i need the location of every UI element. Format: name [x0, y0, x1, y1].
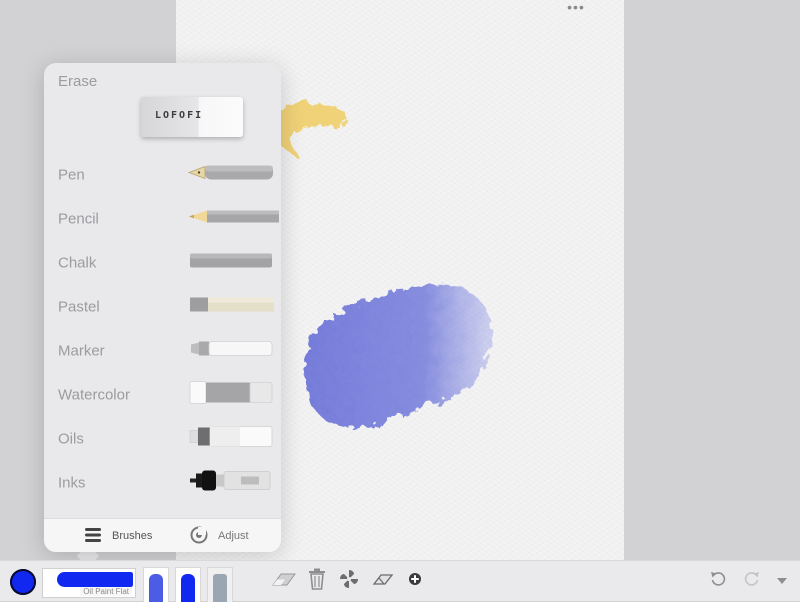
recent-watercolor-brush-icon [149, 574, 163, 602]
add-button[interactable] [403, 569, 427, 593]
brush-row-pencil[interactable]: Pencil [44, 197, 281, 241]
brush-panel: Erase LOFOFI Pen Pencil Chalk Pastel Mar… [44, 63, 281, 552]
brush-row-oils[interactable]: Oils [44, 417, 281, 461]
right-gutter [624, 0, 800, 560]
brush-label-inks: Inks [58, 474, 86, 492]
ellipsis-icon[interactable]: ••• [566, 0, 586, 14]
brush-label-pastel: Pastel [58, 298, 100, 316]
erase-label: Erase [58, 73, 98, 90]
current-brush-name: Oil Paint Flat [80, 587, 132, 596]
small-eraser-button[interactable] [371, 569, 395, 593]
fan-brush-icon [338, 568, 360, 595]
fountain-pen-icon [187, 163, 275, 188]
recent-brush-3[interactable] [207, 567, 233, 602]
add-icon [408, 572, 422, 591]
marker-icon [189, 339, 273, 364]
brush-row-pastel[interactable]: Pastel [44, 285, 281, 329]
bottom-toolbar: Oil Paint Flat [0, 560, 800, 602]
undo-icon [709, 570, 727, 593]
recent-brush-1[interactable] [143, 567, 169, 602]
brush-label-chalk: Chalk [58, 254, 97, 272]
chalk-icon [189, 252, 273, 275]
color-picker-swatch[interactable] [10, 569, 36, 595]
panel-footer: Brushes Adjust [44, 518, 281, 552]
redo-icon [743, 570, 761, 593]
brush-label-oils: Oils [58, 430, 84, 448]
brush-row-inks[interactable]: Inks [44, 461, 281, 505]
undo-button[interactable] [706, 569, 730, 593]
recent-brush-2[interactable] [175, 567, 201, 602]
brush-label-marker: Marker [58, 342, 105, 360]
trash-button[interactable] [305, 568, 329, 595]
eraser-small-icon [372, 571, 394, 592]
fan-brush-button[interactable] [337, 569, 361, 593]
eraser-icon[interactable]: LOFOFI [141, 97, 243, 137]
adjust-icon [190, 526, 208, 547]
redo-button[interactable] [740, 569, 764, 593]
eraser-tool-button[interactable] [272, 569, 296, 593]
current-brush-button[interactable]: Oil Paint Flat [42, 568, 136, 598]
brush-row-chalk[interactable]: Chalk [44, 241, 281, 285]
more-menu-button[interactable] [770, 569, 794, 593]
pastel-icon [189, 295, 275, 320]
eraser-brand: LOFOFI [155, 110, 204, 121]
brush-label-pen: Pen [58, 166, 85, 184]
brush-label-watercolor: Watercolor [58, 386, 130, 404]
recent-oil-brush-icon [181, 574, 195, 602]
brush-row-watercolor[interactable]: Watercolor [44, 373, 281, 417]
eraser-tool-icon [271, 571, 297, 592]
chevron-down-icon [776, 572, 788, 590]
current-brush-stroke [57, 572, 133, 587]
pencil-icon [187, 207, 279, 232]
tab-adjust[interactable]: Adjust [190, 519, 249, 552]
watercolor-tube-icon [189, 380, 273, 411]
brush-label-pencil: Pencil [58, 210, 99, 228]
brush-row-pen[interactable]: Pen [44, 153, 281, 197]
brushes-icon [84, 527, 102, 546]
recent-gray-brush-icon [213, 574, 227, 602]
brush-row-marker[interactable]: Marker [44, 329, 281, 373]
oil-tube-icon [189, 424, 273, 455]
ink-dropper-icon [189, 468, 273, 499]
tab-brushes-label: Brushes [112, 530, 153, 542]
tab-brushes[interactable]: Brushes [84, 519, 152, 552]
trash-icon [308, 568, 326, 595]
tab-adjust-label: Adjust [218, 530, 249, 542]
